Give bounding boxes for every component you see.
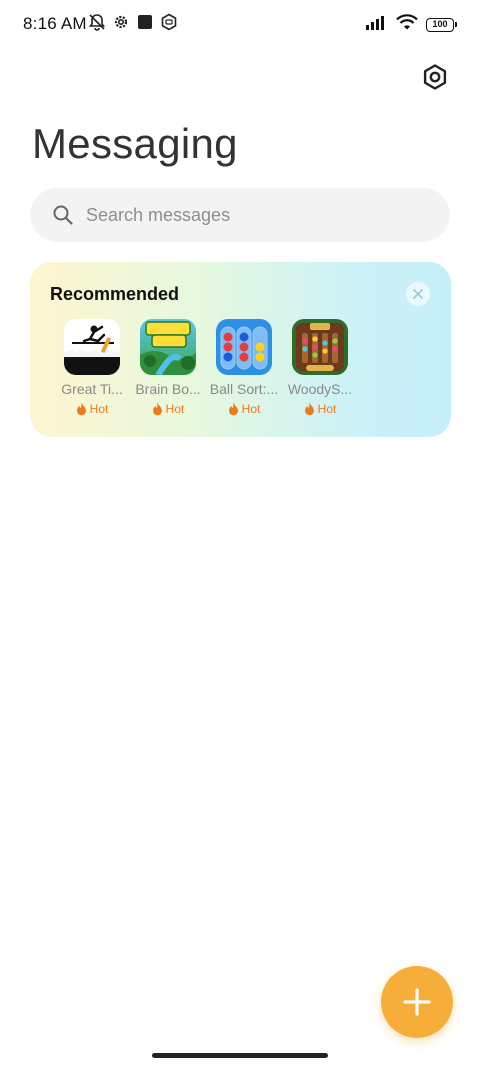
recommended-app[interactable]: Ball Sort:... Hot (206, 319, 282, 416)
search-input[interactable] (84, 203, 404, 227)
page-title: Messaging (32, 120, 238, 167)
hot-badge: Hot (228, 402, 260, 416)
hot-badge: Hot (152, 402, 184, 416)
hot-badge: Hot (304, 402, 336, 416)
settings-icon (423, 64, 447, 90)
great-tightrope-app-icon[interactable] (64, 319, 120, 375)
settings-gear-icon (112, 13, 130, 31)
plus-icon (403, 988, 431, 1016)
recommended-card: Recommended Great Ti... Hot Brain Bo... … (30, 262, 451, 437)
new-message-button[interactable] (381, 966, 453, 1038)
ball-sort-app-icon[interactable] (216, 319, 272, 375)
square-icon (136, 13, 154, 31)
status-system-icons: 100 (366, 14, 457, 35)
flame-icon (152, 402, 162, 416)
app-name: Great Ti... (61, 381, 123, 397)
status-notification-icons (88, 13, 178, 31)
app-name: Brain Bo... (135, 381, 201, 397)
recommended-apps: Great Ti... Hot Brain Bo... Hot Ball Sor… (54, 319, 358, 416)
search-bar[interactable] (30, 188, 450, 242)
recommended-app[interactable]: Brain Bo... Hot (130, 319, 206, 416)
status-time: 8:16 AM (23, 14, 87, 33)
status-bar: 8:16 AM 100 (0, 0, 480, 48)
hot-badge: Hot (76, 402, 108, 416)
mute-bell-icon (88, 13, 106, 31)
close-icon (413, 289, 423, 299)
woody-sort-app-icon[interactable] (292, 319, 348, 375)
recommended-close-button[interactable] (406, 282, 430, 306)
battery-icon: 100 (426, 17, 457, 32)
recommended-title: Recommended (50, 284, 180, 304)
app-name: WoodyS... (287, 381, 353, 397)
recommended-app[interactable]: Great Ti... Hot (54, 319, 130, 416)
recommended-app[interactable]: WoodyS... Hot (282, 319, 358, 416)
settings-button[interactable] (418, 60, 452, 94)
search-icon (53, 205, 73, 225)
wifi-icon (396, 14, 418, 35)
flame-icon (76, 402, 86, 416)
hex-app-icon (160, 13, 178, 31)
flame-icon (304, 402, 314, 416)
app-name: Ball Sort:... (209, 381, 279, 397)
flame-icon (228, 402, 238, 416)
signal-icon (366, 14, 388, 35)
snake-land-app-icon[interactable] (140, 319, 196, 375)
home-indicator[interactable] (152, 1053, 328, 1058)
